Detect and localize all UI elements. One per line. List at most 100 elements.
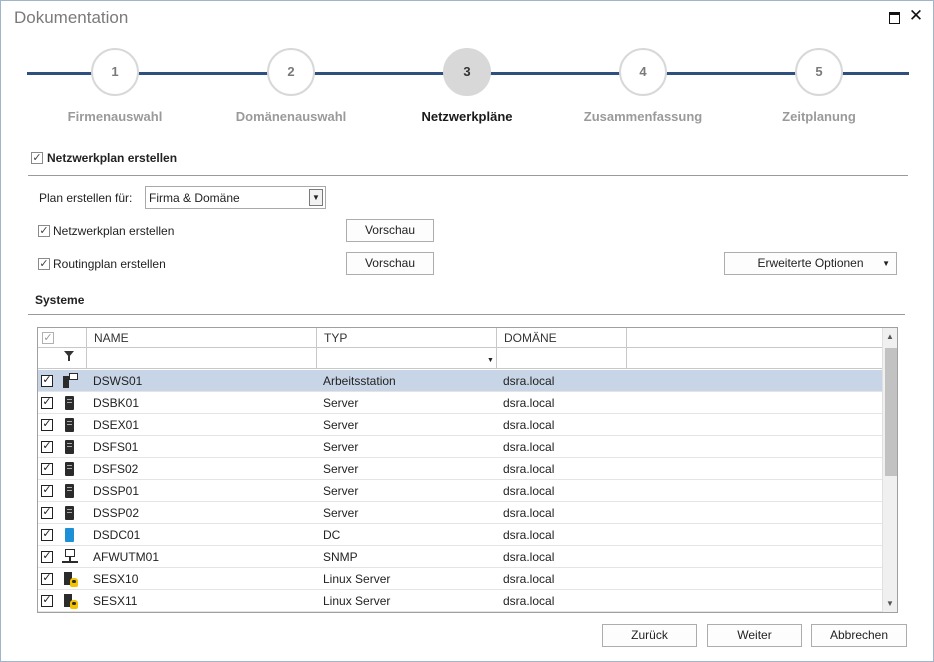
cell-domain: dsra.local [503,396,555,410]
cell-type: Arbeitsstation [323,374,396,388]
linux-server-icon [62,593,78,609]
table-row[interactable]: ✓ SESX11 Linux Server dsra.local [38,590,882,612]
column-separator [626,328,627,369]
row-checkbox[interactable]: ✓ [41,507,53,519]
filter-row [38,348,882,369]
cell-type: DC [323,528,341,542]
back-button[interactable]: Zurück [602,624,697,647]
table-row[interactable]: ✓ AFWUTM01 SNMP dsra.local [38,546,882,568]
plan-for-label: Plan erstellen für: [39,191,133,205]
column-separator [316,328,317,369]
row-checkbox[interactable]: ✓ [41,485,53,497]
cell-type: Server [323,418,359,432]
select-all-checkbox[interactable]: ✓ [42,332,54,344]
step-4-circle: 4 [619,48,667,96]
row-checkbox[interactable]: ✓ [41,419,53,431]
table-row[interactable]: ✓ DSFS01 Server dsra.local [38,436,882,458]
row-checkbox[interactable]: ✓ [41,375,53,387]
cell-name: SESX11 [93,594,138,608]
network-device-icon [62,549,78,565]
row-checkbox[interactable]: ✓ [41,529,53,541]
scroll-down-icon[interactable]: ▼ [886,599,894,608]
row-checkbox[interactable]: ✓ [41,573,53,585]
cell-domain: dsra.local [503,506,555,520]
server-icon [62,483,78,499]
cell-domain: dsra.local [503,594,555,608]
scrollbar-thumb[interactable] [885,348,897,476]
network-plan-checkbox[interactable]: ✓ [38,225,50,237]
window-title: Dokumentation [14,8,129,27]
table-row[interactable]: ✓ DSWS01 Arbeitsstation dsra.local [38,370,882,392]
row-checkbox[interactable]: ✓ [41,397,53,409]
scroll-up-icon[interactable]: ▲ [886,332,894,341]
cell-type: Server [323,396,359,410]
cell-name: DSSP02 [93,506,140,520]
table-row[interactable]: ✓ DSBK01 Server dsra.local [38,392,882,414]
cell-type: SNMP [323,550,358,564]
cell-domain: dsra.local [503,484,555,498]
cell-domain: dsra.local [503,440,555,454]
advanced-options-button[interactable]: Erweiterte Optionen ▼ [724,252,897,275]
cell-name: DSDC01 [93,528,141,542]
server-icon [62,395,78,411]
network-plan-section-checkbox[interactable]: ✓ [31,152,43,164]
systems-grid: ✓ NAME TYP DOMÄNE ▼ ✓ DSWS01 Arbeitsstatio… [37,327,898,613]
table-row[interactable]: ✓ DSSP02 Server dsra.local [38,502,882,524]
linux-server-icon [62,571,78,587]
row-checkbox[interactable]: ✓ [41,595,53,607]
cell-name: DSEX01 [93,418,140,432]
row-checkbox[interactable]: ✓ [41,551,53,563]
step-1-label: Firmenauswahl [67,109,163,124]
step-5-label: Zeitplanung [782,109,856,124]
cell-name: DSBK01 [93,396,140,410]
cell-name: SESX10 [93,572,139,586]
close-icon[interactable]: ✕ [908,7,924,25]
column-header-name[interactable]: NAME [94,331,129,345]
cell-domain: dsra.local [503,572,555,586]
cancel-button[interactable]: Abbrechen [811,624,907,647]
next-button[interactable]: Weiter [707,624,802,647]
step-5-circle: 5 [795,48,843,96]
routing-plan-checkbox[interactable]: ✓ [38,258,50,270]
table-row[interactable]: ✓ SESX10 Linux Server dsra.local [38,568,882,590]
cell-domain: dsra.local [503,528,555,542]
cell-name: AFWUTM01 [93,550,159,564]
chevron-down-icon[interactable]: ▼ [309,189,323,206]
cell-name: DSFS02 [93,462,139,476]
cell-domain: dsra.local [503,418,555,432]
network-plan-preview-button[interactable]: Vorschau [346,219,434,242]
cell-domain: dsra.local [503,462,555,476]
step-1-circle: 1 [91,48,139,96]
grid-header: ✓ NAME TYP DOMÄNE [38,328,882,348]
column-separator [496,328,497,369]
server-icon [62,439,78,455]
dialog-window: Dokumentation ✕ 1 Firmenauswahl 2 Domäne… [0,0,934,662]
row-checkbox[interactable]: ✓ [41,441,53,453]
table-row[interactable]: ✓ DSEX01 Server dsra.local [38,414,882,436]
type-filter-dropdown-icon[interactable]: ▼ [487,357,494,364]
cell-domain: dsra.local [503,374,555,388]
cell-type: Server [323,484,359,498]
table-row[interactable]: ✓ DSSP01 Server dsra.local [38,480,882,502]
plan-for-value: Firma & Domäne [149,191,240,205]
table-row[interactable]: ✓ DSFS02 Server dsra.local [38,458,882,480]
table-row[interactable]: ✓ DSDC01 DC dsra.local [38,524,882,546]
cell-type: Server [323,506,359,520]
workstation-icon [62,373,78,389]
domain-controller-icon [62,527,78,543]
cell-type: Linux Server [323,572,391,586]
vertical-scrollbar[interactable]: ▲ ▼ [882,328,897,612]
plan-for-select[interactable]: Firma & Domäne ▼ [145,186,326,209]
title-bar: Dokumentation ✕ [1,1,933,35]
maximize-icon[interactable] [886,9,902,25]
section-divider [28,175,908,176]
column-header-type[interactable]: TYP [324,331,347,345]
chevron-down-icon: ▼ [882,259,890,268]
row-checkbox[interactable]: ✓ [41,463,53,475]
network-plan-section-label: Netzwerkplan erstellen [47,151,178,165]
column-header-domain[interactable]: DOMÄNE [504,331,557,345]
cell-type: Linux Server [323,594,391,608]
routing-plan-preview-button[interactable]: Vorschau [346,252,434,275]
step-3-label: Netzwerkpläne [421,109,513,124]
cell-name: DSSP01 [93,484,140,498]
